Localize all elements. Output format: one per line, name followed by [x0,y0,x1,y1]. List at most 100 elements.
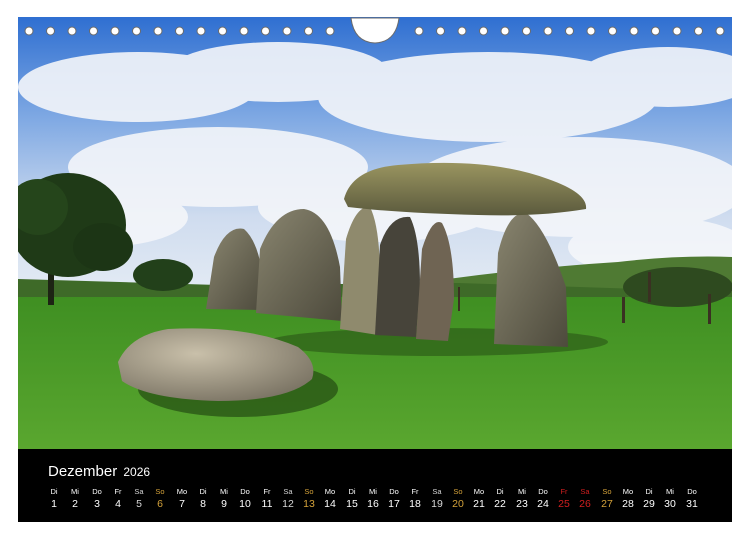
calendar-bar: Dezember 2026 Di 1 Mi 2 Do 3 Fr 4 Sa 5 So 6 Mo 7 Di 8 Mi… [18,449,732,522]
weekday-label: Fr [114,487,122,496]
day-number: 9 [221,498,227,510]
day-cell: Do 31 [682,487,702,512]
month-year: 2026 [123,465,151,479]
weekday-label: Di [50,487,58,496]
day-cell: Do 17 [384,487,404,512]
day-cell: Mi 16 [363,487,383,512]
weekday-label: Mi [666,487,674,496]
weekday-label: Do [538,487,548,496]
day-cell: So 20 [448,487,468,512]
calendar-page [18,17,732,522]
day-cell: Sa 5 [129,487,149,512]
day-number: 16 [367,498,379,510]
day-number: 12 [282,498,294,510]
day-number: 14 [324,498,336,510]
day-row: Di 1 Mi 2 Do 3 Fr 4 Sa 5 So 6 Mo 7 Di 8 Mi 9 Do 10 Fr 11 Sa 12 S… [44,487,720,517]
weekday-label: Do [389,487,399,496]
weekday-label: Mi [369,487,377,496]
day-cell: Sa 26 [575,487,595,512]
day-number: 31 [686,498,698,510]
dolmen-photo [18,17,732,449]
day-number: 29 [643,498,655,510]
day-cell: Di 22 [490,487,510,512]
weekday-label: Mi [220,487,228,496]
day-number: 5 [136,498,142,510]
day-number: 28 [622,498,634,510]
day-cell: Di 8 [193,487,213,512]
day-number: 26 [579,498,591,510]
day-cell: Mo 21 [469,487,489,512]
weekday-label: Mi [71,487,79,496]
day-number: 10 [239,498,251,510]
day-cell: Mi 30 [660,487,680,512]
day-cell: Sa 19 [427,487,447,512]
day-cell: Mo 28 [618,487,638,512]
weekday-label: Do [687,487,697,496]
day-cell: So 6 [150,487,170,512]
weekday-label: Sa [283,487,293,496]
day-number: 21 [473,498,485,510]
day-cell: Fr 11 [257,487,277,512]
day-number: 7 [179,498,185,510]
day-cell: Mi 2 [65,487,85,512]
day-number: 18 [409,498,421,510]
weekday-label: Fr [411,487,419,496]
day-number: 20 [452,498,464,510]
weekday-label: Fr [560,487,568,496]
weekday-label: Mo [324,487,336,496]
weekday-label: Do [92,487,102,496]
day-cell: Mi 23 [512,487,532,512]
weekday-label: So [155,487,165,496]
day-cell: Di 29 [639,487,659,512]
day-number: 24 [537,498,549,510]
weekday-label: Mo [622,487,634,496]
day-number: 19 [431,498,443,510]
weekday-label: Mi [518,487,526,496]
weekday-label: Do [240,487,250,496]
weekday-label: Fr [263,487,271,496]
weekday-label: Di [645,487,653,496]
day-number: 2 [72,498,78,510]
weekday-label: Di [199,487,207,496]
day-cell: Sa 12 [278,487,298,512]
day-number: 1 [51,498,57,510]
day-cell: Fr 18 [405,487,425,512]
weekday-label: So [602,487,612,496]
day-cell: Do 10 [235,487,255,512]
day-cell: Mi 9 [214,487,234,512]
day-cell: Fr 4 [108,487,128,512]
day-number: 25 [558,498,570,510]
day-cell: Mo 7 [172,487,192,512]
weekday-label: Sa [580,487,590,496]
day-number: 17 [388,498,400,510]
month-title: Dezember 2026 [48,463,150,480]
day-cell: So 13 [299,487,319,512]
day-cell: So 27 [597,487,617,512]
day-number: 23 [516,498,528,510]
day-number: 15 [346,498,358,510]
day-number: 22 [494,498,506,510]
day-number: 3 [94,498,100,510]
day-number: 13 [303,498,315,510]
day-number: 27 [601,498,613,510]
weekday-label: Sa [134,487,144,496]
day-cell: Di 1 [44,487,64,512]
weekday-label: So [453,487,463,496]
weekday-label: Mo [473,487,485,496]
day-number: 8 [200,498,206,510]
day-cell: Fr 25 [554,487,574,512]
day-cell: Di 15 [342,487,362,512]
day-cell: Do 24 [533,487,553,512]
weekday-label: Sa [432,487,442,496]
day-number: 4 [115,498,121,510]
day-number: 30 [664,498,676,510]
weekday-label: Mo [176,487,188,496]
day-number: 11 [261,498,273,510]
month-name: Dezember [48,463,118,480]
day-number: 6 [157,498,163,510]
weekday-label: Di [496,487,504,496]
weekday-label: So [304,487,314,496]
day-cell: Do 3 [87,487,107,512]
day-cell: Mo 14 [320,487,340,512]
weekday-label: Di [348,487,356,496]
